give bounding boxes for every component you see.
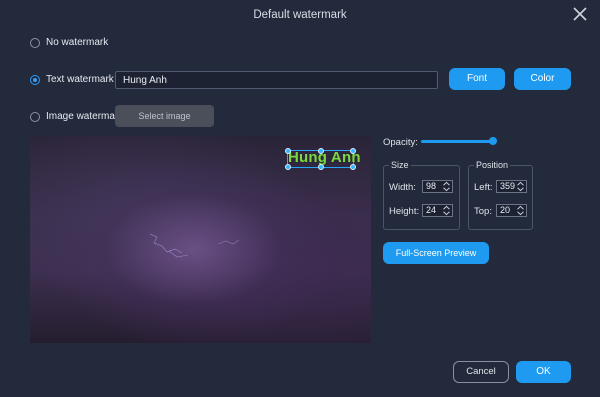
radio-dot[interactable]	[30, 37, 40, 48]
position-group-title: Position	[474, 160, 511, 170]
left-spinbox[interactable]: 359	[496, 180, 527, 193]
radio-label: Text watermark	[46, 74, 114, 85]
top-spinbox[interactable]: 20	[496, 204, 527, 217]
height-label: Height:	[389, 206, 420, 217]
ok-button[interactable]: OK	[516, 361, 571, 383]
radio-dot-selected[interactable]	[30, 74, 40, 85]
left-value: 359	[500, 181, 516, 191]
opacity-slider-track[interactable]	[421, 140, 494, 143]
spin-arrows-icon[interactable]	[442, 181, 451, 192]
width-spinbox[interactable]: 98	[422, 180, 453, 193]
left-label: Left:	[474, 182, 493, 193]
resize-handle[interactable]	[350, 164, 356, 170]
resize-handle[interactable]	[318, 148, 324, 154]
spin-arrows-icon[interactable]	[516, 205, 525, 216]
radio-image-watermark[interactable]: Image watermark	[30, 111, 123, 122]
height-spinbox[interactable]: 24	[422, 204, 453, 217]
close-icon[interactable]	[568, 2, 592, 26]
resize-handle[interactable]	[285, 148, 291, 154]
radio-text-watermark[interactable]: Text watermark	[30, 74, 114, 85]
radio-label: Image watermark	[46, 111, 124, 122]
width-value: 98	[426, 181, 437, 191]
opacity-label: Opacity:	[383, 137, 418, 148]
watermark-dialog: Default watermark No watermark Text wate…	[0, 0, 600, 397]
resize-handle[interactable]	[350, 148, 356, 154]
opacity-slider-thumb[interactable]	[489, 137, 497, 145]
resize-handle[interactable]	[318, 164, 324, 170]
watermark-text-input[interactable]: Hung Anh	[115, 71, 438, 89]
color-button[interactable]: Color	[514, 68, 571, 90]
select-image-button[interactable]: Select image	[115, 105, 214, 127]
size-group: Size Width: 98 Height: 24	[383, 160, 460, 230]
size-group-title: Size	[389, 160, 411, 170]
height-value: 24	[426, 205, 437, 215]
top-value: 20	[500, 205, 511, 215]
watermark-selection-box[interactable]: Hung Anh	[285, 148, 361, 170]
font-button[interactable]: Font	[449, 68, 505, 90]
spin-arrows-icon[interactable]	[516, 181, 525, 192]
top-label: Top:	[474, 206, 492, 217]
preview-area: Hung Anh	[30, 136, 371, 343]
width-label: Width:	[389, 182, 416, 193]
resize-handle[interactable]	[285, 164, 291, 170]
radio-dot[interactable]	[30, 111, 40, 122]
position-group: Position Left: 359 Top: 20	[468, 160, 533, 230]
full-screen-preview-button[interactable]: Full-Screen Preview	[383, 242, 489, 264]
radio-no-watermark[interactable]: No watermark	[30, 37, 108, 48]
spin-arrows-icon[interactable]	[442, 205, 451, 216]
radio-label: No watermark	[46, 37, 109, 48]
cancel-button[interactable]: Cancel	[453, 361, 509, 383]
dialog-title: Default watermark	[253, 9, 347, 21]
